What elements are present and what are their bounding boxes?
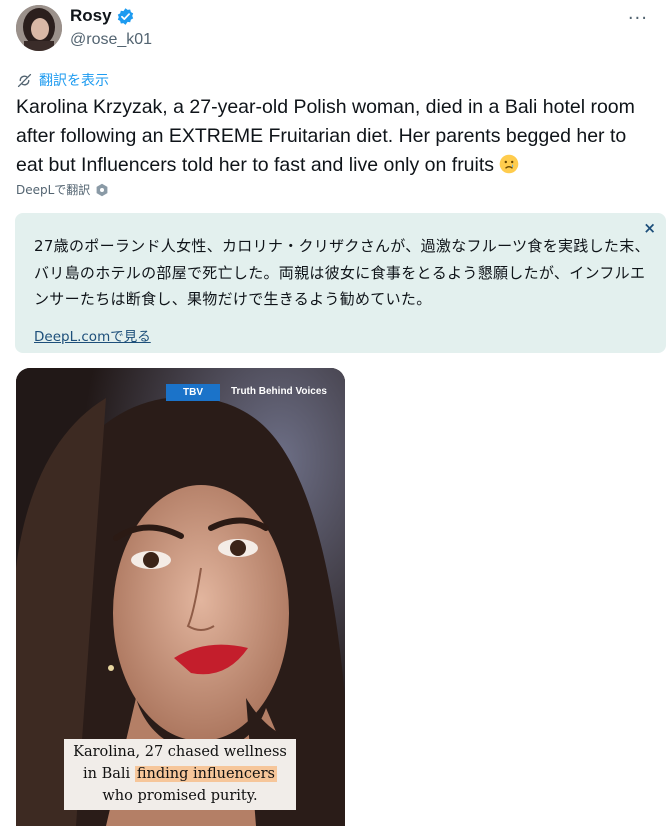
translation-text: 27歳のポーランド人女性、カロリナ・クリザクさんが、過激なフルーツ食を実践した末… — [34, 237, 650, 308]
caption-line-3: who promised purity. — [102, 788, 258, 804]
verified-badge-icon — [117, 7, 133, 25]
caption-line-2: in Bali finding influencers — [64, 763, 296, 785]
crying-face-icon — [500, 154, 519, 174]
avatar-image — [16, 5, 62, 51]
deepl-label: DeepLで翻訳 — [16, 183, 91, 197]
deepl-logo-icon — [96, 183, 108, 196]
avatar[interactable] — [16, 5, 62, 51]
translate-icon — [17, 73, 32, 87]
caption-highlight: finding influencers — [134, 766, 277, 782]
tweet-text: Karolina Krzyzak, a 27-year-old Polish w… — [16, 93, 656, 180]
deepl-attribution: DeepLで翻訳 — [16, 181, 109, 198]
caption-line-1: Karolina, 27 chased wellness — [73, 744, 287, 760]
user-handle[interactable]: @rose_k01 — [70, 31, 152, 49]
display-name[interactable]: Rosy — [70, 6, 112, 26]
more-options-icon[interactable]: ··· — [628, 8, 648, 29]
tbv-badge: TBV — [166, 384, 220, 401]
tweet-media[interactable]: TBV Truth Behind Voices Karolina, 27 cha… — [16, 368, 345, 826]
tbv-subtitle: Truth Behind Voices — [231, 386, 327, 397]
caption-line-2-pre: in Bali — [83, 766, 135, 782]
tweet-body: Karolina Krzyzak, a 27-year-old Polish w… — [16, 96, 635, 176]
deepl-link[interactable]: DeepL.comで見る — [34, 325, 151, 345]
translation-panel: × 27歳のポーランド人女性、カロリナ・クリザクさんが、過激なフルーツ食を実践し… — [15, 213, 666, 353]
video-caption: Karolina, 27 chased wellness in Bali fin… — [64, 739, 296, 810]
translate-label: 翻訳を表示 — [39, 73, 109, 89]
show-translation-link[interactable]: 翻訳を表示 — [16, 70, 109, 90]
